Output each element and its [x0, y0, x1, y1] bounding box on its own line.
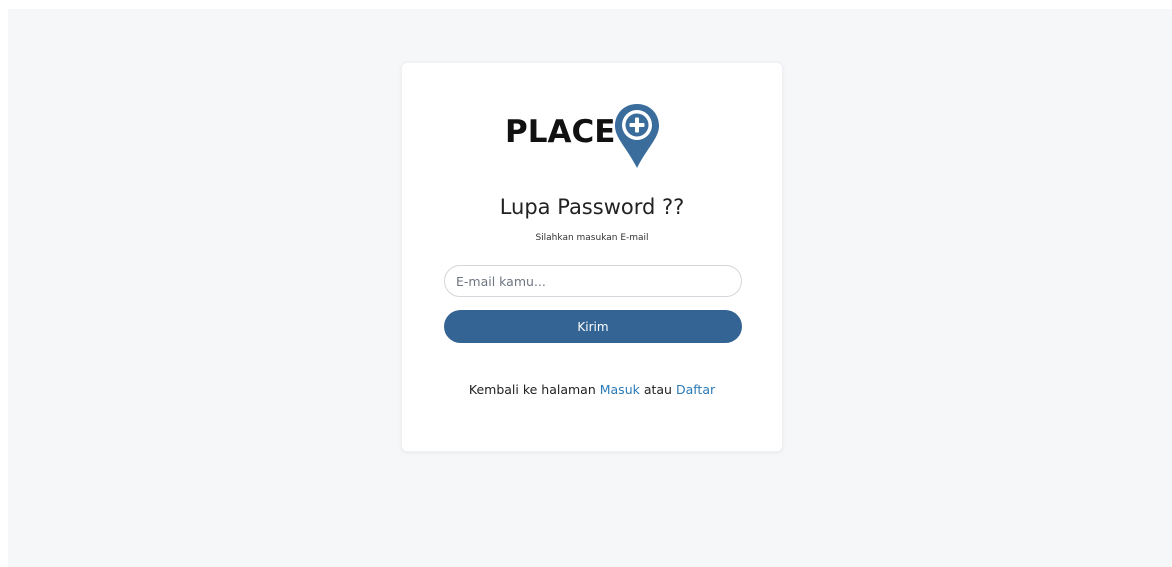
map-pin-plus-icon [615, 104, 660, 168]
brand-logo: PLACE [505, 103, 661, 173]
page-title: Lupa Password ?? [499, 195, 685, 219]
submit-button[interactable]: Kirim [444, 310, 742, 343]
register-link[interactable]: Daftar [676, 382, 715, 397]
footer-prefix: Kembali ke halaman [468, 382, 600, 397]
page-background: PLACE Lupa Password ?? Silahkan masukan … [8, 9, 1172, 567]
email-input[interactable] [444, 265, 742, 297]
forgot-password-card: PLACE Lupa Password ?? Silahkan masukan … [401, 62, 783, 452]
back-navigation-text: Kembali ke halaman Masuk atau Daftar [402, 382, 782, 397]
logo-text: PLACE [505, 114, 616, 150]
page-subtitle: Silahkan masukan E-mail [535, 233, 649, 243]
footer-separator: atau [639, 382, 676, 397]
login-link[interactable]: Masuk [600, 382, 640, 397]
